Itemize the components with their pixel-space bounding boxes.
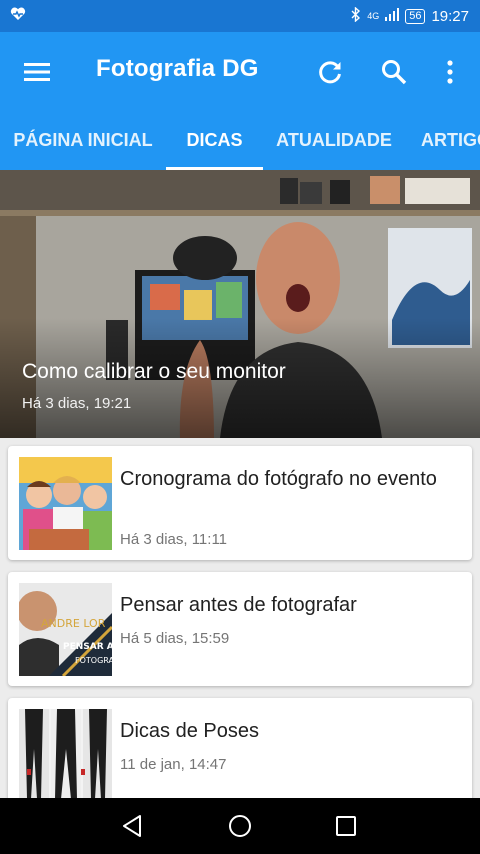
home-circle-icon xyxy=(229,815,251,837)
article-card[interactable]: Cronograma do fotógrafo no evento Há 3 d… xyxy=(8,446,472,560)
search-button[interactable] xyxy=(374,52,414,92)
article-title: Cronograma do fotógrafo no evento xyxy=(120,468,437,490)
thumb-brand-text: ANDRE LOR xyxy=(41,617,106,630)
status-bar: 4G 56 19:27 xyxy=(0,0,480,32)
back-triangle-icon xyxy=(123,815,141,837)
article-card[interactable]: ANDRE LOR PENSAR ANT FOTOGRA Pensar ante… xyxy=(8,572,472,686)
tab-bar: PÁGINA INICIAL DICAS ATUALIDADE ARTIGOS xyxy=(0,110,480,170)
refresh-icon xyxy=(319,61,341,84)
thumb-overlay-text: FOTOGRA xyxy=(75,656,112,665)
tab-atualidade[interactable]: ATUALIDADE xyxy=(263,110,405,170)
battery-level: 56 xyxy=(409,9,422,22)
signal-icon xyxy=(385,7,400,25)
network-type-label: 4G xyxy=(367,11,380,21)
article-thumbnail: ANDRE LOR PENSAR ANT FOTOGRA xyxy=(19,583,112,676)
article-date: Há 3 dias, 11:11 xyxy=(120,531,228,548)
article-title: Dicas de Poses xyxy=(120,720,259,742)
article-thumbnail xyxy=(19,457,112,550)
article-date: 11 de jan, 14:47 xyxy=(120,756,227,773)
back-button[interactable] xyxy=(112,810,152,842)
hamburger-menu-icon xyxy=(24,63,50,81)
status-icons: 4G 56 19:27 xyxy=(351,5,469,26)
battery-icon: 56 xyxy=(405,8,426,24)
app-bar: Fotografia DG xyxy=(0,32,480,110)
overflow-menu-button[interactable] xyxy=(430,52,470,92)
tab-dicas[interactable]: DICAS xyxy=(166,110,263,170)
featured-article[interactable]: Como calibrar o seu monitor Há 3 dias, 1… xyxy=(0,170,480,438)
menu-button[interactable] xyxy=(17,52,57,92)
more-vert-icon xyxy=(447,60,453,84)
recents-button[interactable] xyxy=(326,810,366,842)
search-icon xyxy=(382,60,407,85)
featured-date: Há 3 dias, 19:21 xyxy=(22,395,132,412)
thumb-overlay-text: PENSAR ANT xyxy=(63,642,112,652)
system-nav-bar xyxy=(0,798,480,854)
app-title: Fotografia DG xyxy=(96,55,259,82)
health-heart-icon xyxy=(10,7,26,25)
clock: 19:27 xyxy=(431,7,469,25)
tab-artigos[interactable]: ARTIGOS xyxy=(405,110,480,170)
refresh-button[interactable] xyxy=(310,52,350,92)
article-date: Há 5 dias, 15:59 xyxy=(120,630,230,647)
recents-square-icon xyxy=(336,816,356,836)
article-title: Pensar antes de fotografar xyxy=(120,594,357,616)
featured-title: Como calibrar o seu monitor xyxy=(22,360,286,383)
article-thumbnail xyxy=(19,709,112,809)
tab-pagina-inicial[interactable]: PÁGINA INICIAL xyxy=(0,110,166,170)
bluetooth-icon xyxy=(351,5,361,26)
home-button[interactable] xyxy=(220,810,260,842)
